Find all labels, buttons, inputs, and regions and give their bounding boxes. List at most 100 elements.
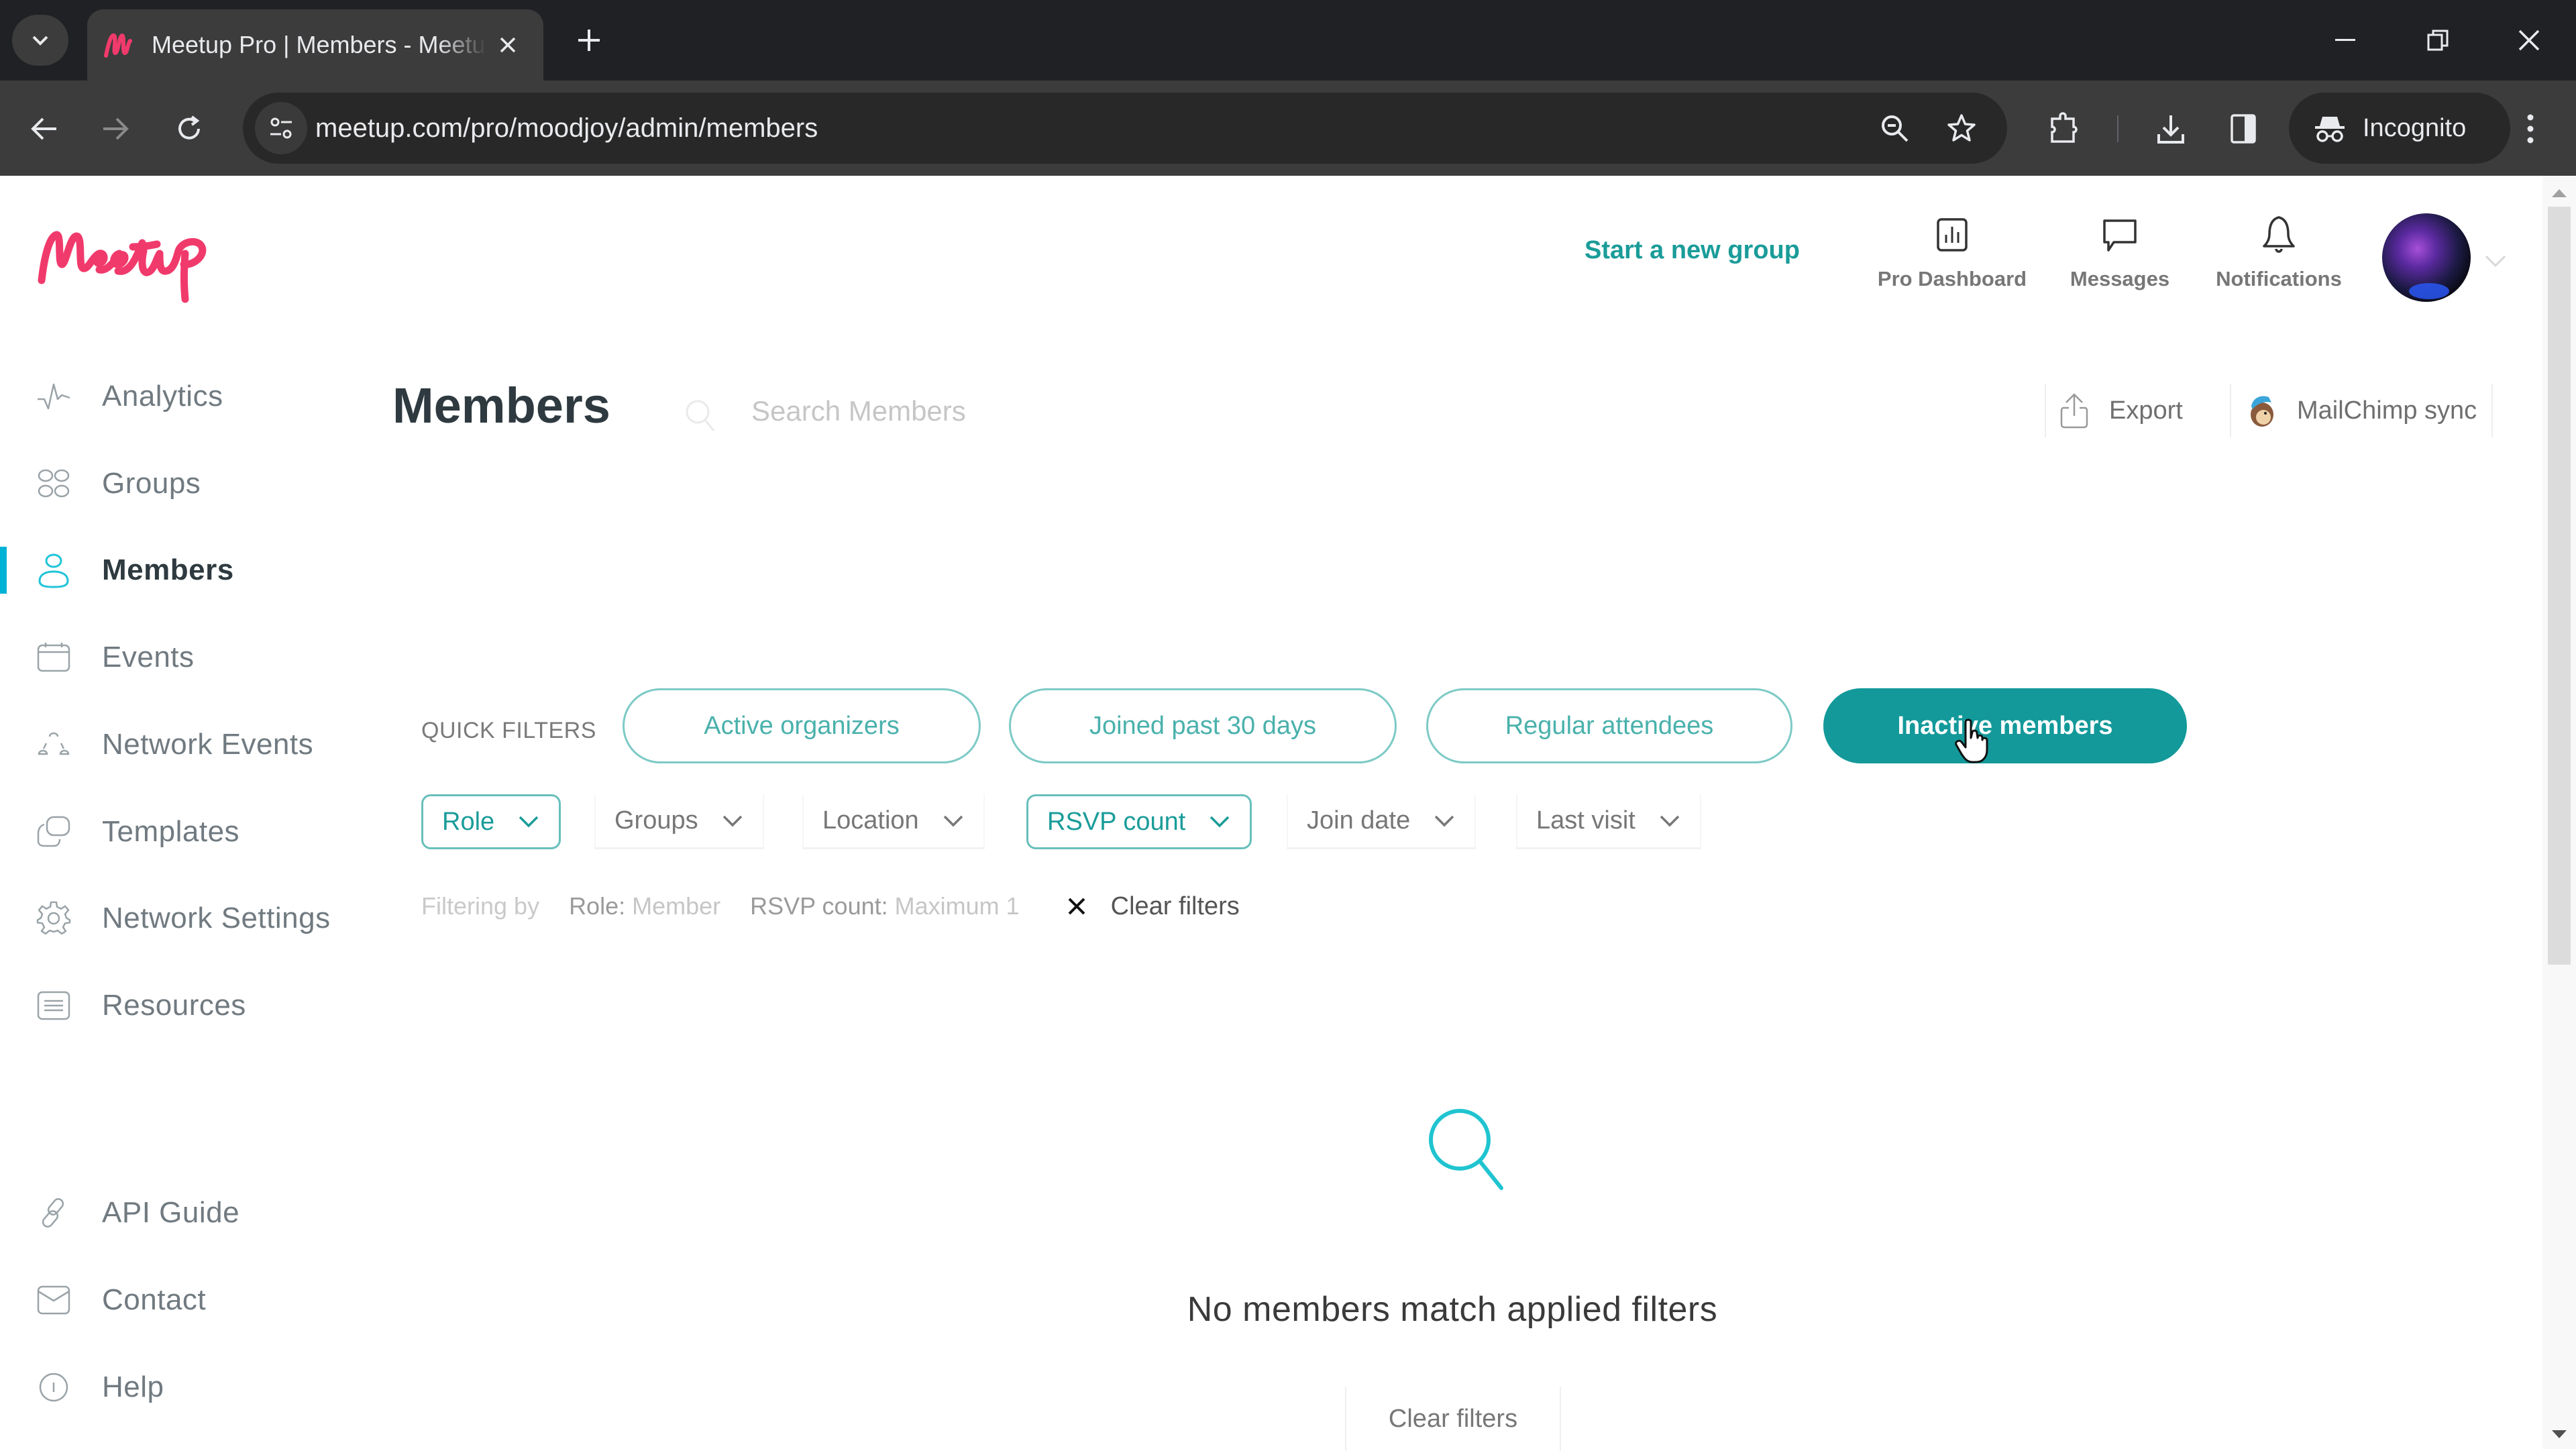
sidebar-item-analytics[interactable]: Analytics xyxy=(0,363,376,430)
templates-icon xyxy=(34,812,74,852)
bar-chart-icon xyxy=(1932,215,1972,255)
quick-filter-inactive-members[interactable]: Inactive members xyxy=(1823,688,2187,763)
chevron-down-icon xyxy=(722,815,742,826)
sidebar-item-members[interactable]: Members xyxy=(0,537,376,604)
toolbar-divider xyxy=(2117,115,2118,142)
page-content: Analytics Groups Members Events Network … xyxy=(0,176,2542,1451)
sidebar-item-contact[interactable]: Contact xyxy=(0,1267,376,1334)
browser-menu-button[interactable] xyxy=(2502,101,2559,157)
rsvp-count-dropdown[interactable]: RSVP count xyxy=(1026,794,1252,849)
sidebar-item-events[interactable]: Events xyxy=(0,624,376,691)
sidebar-item-network-events[interactable]: Network Events xyxy=(0,711,376,778)
search-input[interactable] xyxy=(751,388,1355,435)
quick-filter-regular-attendees[interactable]: Regular attendees xyxy=(1426,688,1792,763)
clear-filters-link[interactable]: Clear filters xyxy=(1111,892,1240,921)
tab-close-icon[interactable] xyxy=(490,27,526,63)
notifications-link[interactable]: Notifications xyxy=(2202,215,2356,291)
vertical-scrollbar[interactable] xyxy=(2542,176,2576,1449)
chevron-down-icon xyxy=(1434,815,1454,826)
messages-label: Messages xyxy=(2070,267,2170,290)
scrollbar-thumb[interactable] xyxy=(2548,207,2571,965)
bookmark-button[interactable] xyxy=(1933,100,1990,156)
last-visit-dropdown[interactable]: Last visit xyxy=(1516,794,1701,849)
active-filters-row: Filtering by Role: Member RSVP count: Ma… xyxy=(421,890,1240,923)
restore-button[interactable] xyxy=(2411,15,2465,66)
groups-dropdown-label: Groups xyxy=(614,806,698,835)
link-icon xyxy=(34,1193,74,1233)
search-icon xyxy=(1429,1109,1503,1190)
gear-icon xyxy=(34,898,74,938)
meetup-logo[interactable] xyxy=(35,216,263,303)
chevron-down-icon[interactable] xyxy=(2482,251,2509,271)
filter-tag-key: RSVP count: xyxy=(750,892,888,920)
start-new-group-link[interactable]: Start a new group xyxy=(1585,236,1800,265)
sidebar-item-api-guide[interactable]: API Guide xyxy=(0,1179,376,1246)
scroll-down-arrow-icon[interactable] xyxy=(2552,1430,2567,1438)
bell-icon xyxy=(2259,215,2299,255)
empty-state-message: No members match applied filters xyxy=(1187,1290,1718,1329)
chat-bubble-icon xyxy=(2100,215,2140,255)
star-icon xyxy=(1947,114,1976,142)
page-title: Members xyxy=(392,378,610,433)
arrow-right-icon xyxy=(103,117,129,140)
scroll-up-arrow-icon[interactable] xyxy=(2552,189,2567,197)
back-button[interactable] xyxy=(16,101,72,157)
sidebar-item-label: Analytics xyxy=(102,380,223,413)
sidebar-item-label: Groups xyxy=(102,467,201,500)
sidebar-item-label: Network Settings xyxy=(102,902,331,934)
sidebar-item-network-settings[interactable]: Network Settings xyxy=(0,885,376,952)
role-dropdown[interactable]: Role xyxy=(421,794,561,849)
site-info-button[interactable] xyxy=(255,102,307,154)
extensions-button[interactable] xyxy=(2035,101,2092,157)
filter-tag-role: Role: Member xyxy=(569,892,720,920)
sidebar-item-label: Templates xyxy=(102,815,240,848)
sidebar-item-label: Events xyxy=(102,641,195,674)
groups-dropdown[interactable]: Groups xyxy=(594,794,764,849)
quick-filter-active-organizers[interactable]: Active organizers xyxy=(623,688,981,763)
incognito-indicator[interactable]: Incognito xyxy=(2289,93,2510,164)
sidebar-item-templates[interactable]: Templates xyxy=(0,798,376,865)
minimize-button[interactable] xyxy=(2318,15,2372,66)
filter-tag-rsvp-count: RSVP count: Maximum 1 xyxy=(750,892,1020,920)
quick-filter-joined-past-30-days[interactable]: Joined past 30 days xyxy=(1009,688,1397,763)
location-dropdown[interactable]: Location xyxy=(802,794,985,849)
zoom-indicator-button[interactable] xyxy=(1866,100,1923,156)
filter-tag-value: Member xyxy=(632,892,721,920)
location-dropdown-label: Location xyxy=(822,806,919,835)
join-date-dropdown[interactable]: Join date xyxy=(1287,794,1477,849)
avatar[interactable] xyxy=(2382,213,2471,302)
sidebar-item-label: Help xyxy=(102,1371,164,1403)
sidebar-item-groups[interactable]: Groups xyxy=(0,450,376,517)
sidebar-item-label: Contact xyxy=(102,1283,207,1316)
tab-search-button[interactable] xyxy=(12,15,68,66)
chevron-down-icon xyxy=(519,816,539,828)
close-icon[interactable] xyxy=(1067,896,1087,916)
tab-title: Meetup Pro | Members - Meetup xyxy=(152,31,487,58)
forward-button[interactable] xyxy=(87,101,144,157)
address-bar[interactable]: meetup.com/pro/moodjoy/admin/members xyxy=(243,93,2007,164)
messages-link[interactable]: Messages xyxy=(2053,215,2187,291)
groups-icon xyxy=(34,464,74,504)
url-text[interactable]: meetup.com/pro/moodjoy/admin/members xyxy=(315,93,818,164)
arrow-left-icon xyxy=(31,117,56,140)
export-button[interactable]: Export xyxy=(2045,384,2196,437)
mailchimp-sync-button[interactable]: MailChimp sync xyxy=(2230,384,2493,437)
meetup-favicon-icon xyxy=(99,26,137,64)
side-panel-button[interactable] xyxy=(2215,101,2271,157)
chevron-down-icon xyxy=(1660,815,1680,826)
browser-tab-active[interactable]: Meetup Pro | Members - Meetup xyxy=(87,9,543,80)
sidebar-item-resources[interactable]: Resources xyxy=(0,972,376,1039)
join-date-dropdown-label: Join date xyxy=(1307,806,1411,835)
sidebar-item-label: Network Events xyxy=(102,728,314,761)
share-upload-icon xyxy=(2060,393,2088,429)
empty-state-clear-filters-button[interactable]: Clear filters xyxy=(1345,1387,1561,1451)
downloads-button[interactable] xyxy=(2143,101,2199,157)
zoom-out-icon xyxy=(1882,115,1909,142)
close-window-button[interactable] xyxy=(2502,15,2556,66)
new-tab-button[interactable] xyxy=(569,20,609,60)
export-label: Export xyxy=(2109,396,2183,425)
person-icon xyxy=(34,550,74,590)
pro-dashboard-link[interactable]: Pro Dashboard xyxy=(1872,215,2033,291)
sidebar-item-help[interactable]: Help xyxy=(0,1354,376,1421)
reload-button[interactable] xyxy=(161,101,217,157)
